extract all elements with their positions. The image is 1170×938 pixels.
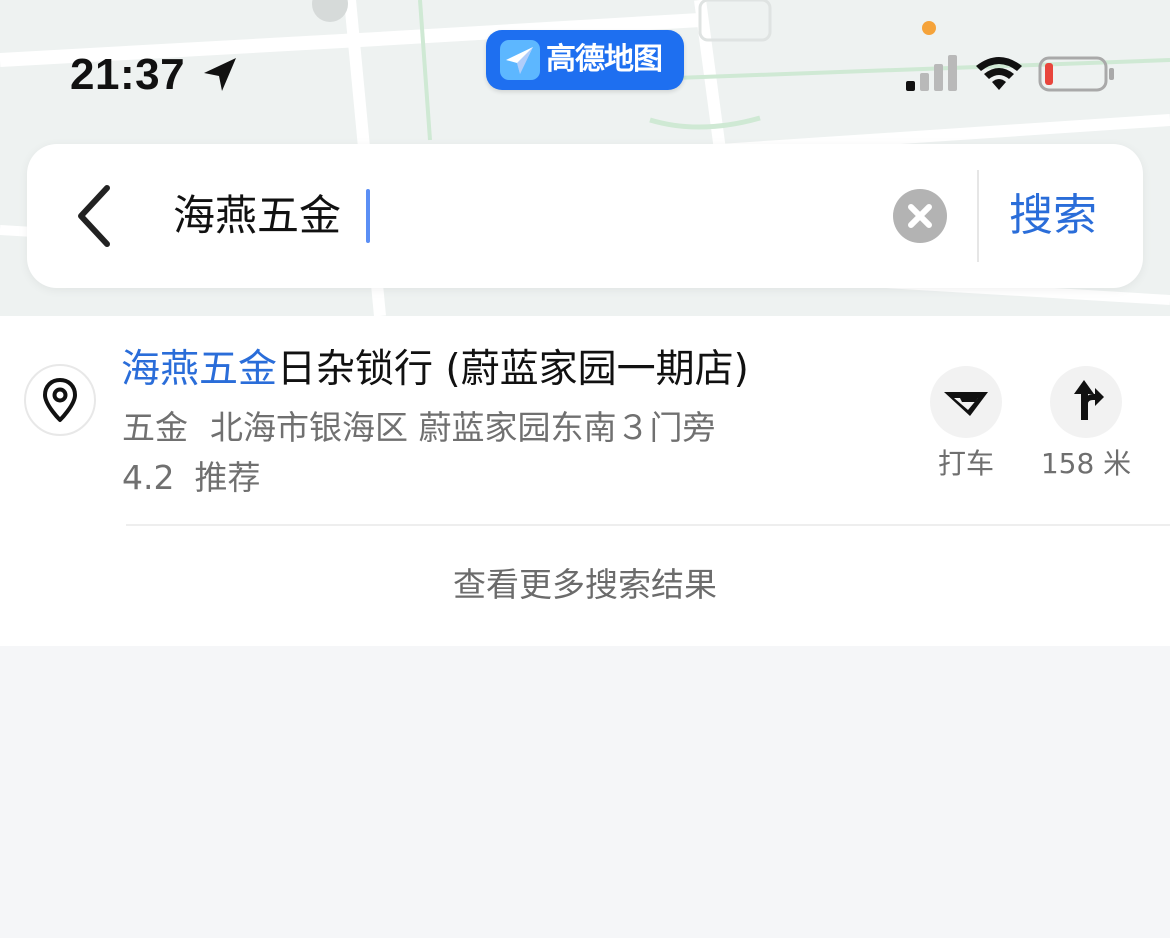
search-button[interactable]: 搜索 — [1009, 188, 1097, 244]
result-rating: 4.2 — [122, 458, 175, 497]
clear-icon — [908, 204, 932, 228]
signal-icon — [906, 55, 957, 91]
search-divider — [977, 170, 979, 262]
result-title-highlight: 海燕五金 — [121, 347, 278, 392]
result-category: 五金 — [122, 408, 188, 447]
row-divider — [126, 524, 1170, 526]
result-title[interactable]: 海燕五金日杂锁行 (蔚蓝家园一期店) — [121, 344, 749, 396]
result-tag: 推荐 — [194, 458, 261, 497]
more-results-link[interactable]: 查看更多搜索结果 — [0, 561, 1170, 609]
search-results: 海燕五金日杂锁行 (蔚蓝家园一期店) 五金 北海市银海区 蔚蓝家园东南３门旁 4.… — [0, 316, 1170, 646]
privacy-indicator-dot — [922, 21, 936, 35]
taxi-label: 打车 — [937, 447, 994, 480]
battery-icon — [1038, 56, 1114, 92]
clear-search-button[interactable] — [893, 189, 947, 243]
distance-label: 158 米 — [1040, 447, 1132, 480]
text-cursor — [366, 189, 370, 243]
route-arrow-icon — [1074, 380, 1104, 420]
app-badge-label: 高德地图 — [546, 42, 663, 77]
result-address: 北海市银海区 蔚蓝家园东南３门旁 — [210, 408, 716, 447]
wifi-icon — [976, 57, 1022, 90]
search-input[interactable] — [173, 186, 773, 246]
result-address-line: 五金 北海市银海区 蔚蓝家园东南３门旁 — [122, 404, 716, 452]
result-meta-line: 4.2 推荐 — [122, 454, 260, 502]
amap-logo-icon — [500, 40, 540, 80]
location-arrow-icon — [204, 58, 236, 91]
status-time: 21:37 — [70, 50, 186, 99]
result-title-rest: 日杂锁行 (蔚蓝家园一期店) — [277, 347, 749, 392]
chevron-left-icon[interactable] — [71, 180, 131, 252]
taxi-icon — [944, 392, 988, 416]
search-bar: 搜索 — [27, 144, 1143, 288]
route-button[interactable] — [1050, 366, 1122, 438]
location-pin-icon — [24, 364, 96, 436]
status-bar: 21:37 高德地图 — [0, 0, 1170, 140]
app-return-badge[interactable]: 高德地图 — [486, 30, 684, 90]
taxi-button[interactable] — [930, 366, 1002, 438]
